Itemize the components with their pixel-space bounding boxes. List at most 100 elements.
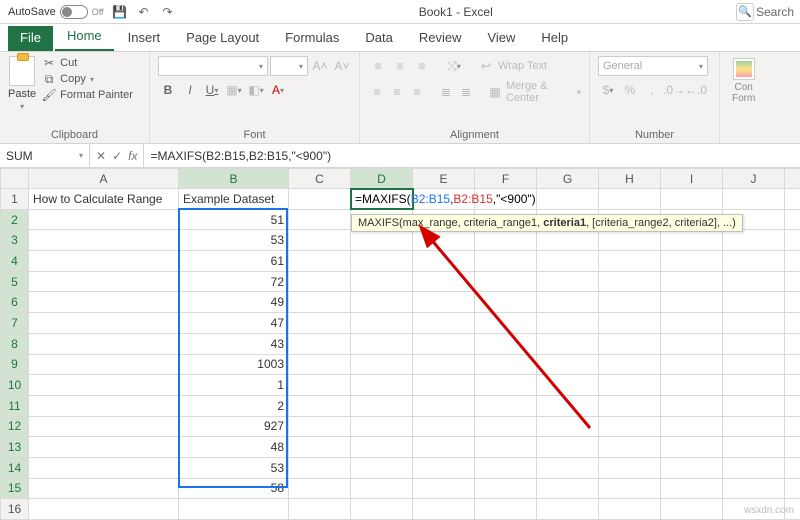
italic-button[interactable]: I <box>180 80 200 100</box>
cell[interactable] <box>475 271 537 292</box>
align-center-icon[interactable]: ≡ <box>388 82 406 102</box>
cell[interactable] <box>413 416 475 437</box>
cell[interactable] <box>351 333 413 354</box>
cell[interactable] <box>661 437 723 458</box>
cell[interactable] <box>723 437 785 458</box>
cell[interactable] <box>599 375 661 396</box>
col-header[interactable]: K <box>785 169 800 189</box>
col-header[interactable]: A <box>29 169 179 189</box>
cell[interactable] <box>785 333 800 354</box>
cell[interactable]: 72 <box>179 271 289 292</box>
col-header[interactable]: G <box>537 169 599 189</box>
cell[interactable] <box>413 499 475 520</box>
cell[interactable]: 43 <box>179 333 289 354</box>
cell[interactable] <box>29 416 179 437</box>
cell[interactable] <box>723 478 785 499</box>
enter-icon[interactable]: ✓ <box>112 149 122 163</box>
cell[interactable]: 53 <box>179 457 289 478</box>
cell[interactable] <box>723 292 785 313</box>
format-painter-button[interactable]: 🖌Format Painter <box>42 88 133 102</box>
borders-icon[interactable]: ▦▾ <box>224 80 244 100</box>
cell[interactable]: =MAXIFS(B2:B15,B2:B15,"<900")MAXIFS(max_… <box>351 189 413 210</box>
align-bottom-icon[interactable]: ≡ <box>412 56 432 76</box>
tab-view[interactable]: View <box>475 26 527 51</box>
row-header[interactable]: 14 <box>1 457 29 478</box>
align-top-icon[interactable]: ≡ <box>368 56 388 76</box>
cell[interactable] <box>29 478 179 499</box>
cell[interactable] <box>661 457 723 478</box>
percent-icon[interactable]: % <box>620 80 640 100</box>
cell[interactable] <box>785 354 800 375</box>
wrap-label[interactable]: Wrap Text <box>498 60 547 72</box>
cell[interactable] <box>723 271 785 292</box>
row-header[interactable]: 10 <box>1 375 29 396</box>
cell[interactable] <box>351 457 413 478</box>
cell[interactable] <box>29 437 179 458</box>
tab-data[interactable]: Data <box>353 26 404 51</box>
cell[interactable] <box>29 292 179 313</box>
cut-button[interactable]: ✂Cut <box>42 56 133 70</box>
cell[interactable]: 1 <box>179 375 289 396</box>
cell[interactable] <box>599 230 661 251</box>
cell[interactable] <box>661 292 723 313</box>
bold-button[interactable]: B <box>158 80 178 100</box>
cell[interactable] <box>289 292 351 313</box>
cell[interactable] <box>351 437 413 458</box>
row-header[interactable]: 15 <box>1 478 29 499</box>
cell[interactable] <box>785 209 800 230</box>
decrease-indent-icon[interactable]: ≣ <box>437 82 455 102</box>
decrease-font-icon[interactable]: A˅ <box>332 56 352 76</box>
cell[interactable] <box>29 333 179 354</box>
cell[interactable] <box>785 395 800 416</box>
cell[interactable] <box>785 478 800 499</box>
cell[interactable] <box>661 499 723 520</box>
cell[interactable] <box>475 292 537 313</box>
cell[interactable] <box>413 437 475 458</box>
cancel-icon[interactable]: ✕ <box>96 149 106 163</box>
cell[interactable] <box>413 271 475 292</box>
cell[interactable] <box>723 313 785 334</box>
cell[interactable] <box>475 333 537 354</box>
row-header[interactable]: 9 <box>1 354 29 375</box>
cell[interactable] <box>413 251 475 272</box>
cell[interactable] <box>29 395 179 416</box>
row-header[interactable]: 8 <box>1 333 29 354</box>
cell[interactable] <box>413 230 475 251</box>
col-header[interactable]: I <box>661 169 723 189</box>
row-header[interactable]: 4 <box>1 251 29 272</box>
cell[interactable]: 2 <box>179 395 289 416</box>
cell[interactable] <box>661 416 723 437</box>
cell[interactable] <box>599 478 661 499</box>
cell[interactable] <box>351 478 413 499</box>
cell[interactable] <box>661 313 723 334</box>
cell[interactable] <box>475 313 537 334</box>
col-header[interactable]: F <box>475 169 537 189</box>
cell[interactable]: 927 <box>179 416 289 437</box>
merge-label[interactable]: Merge & Center <box>506 80 575 104</box>
accounting-icon[interactable]: $▾ <box>598 80 618 100</box>
align-middle-icon[interactable]: ≡ <box>390 56 410 76</box>
align-right-icon[interactable]: ≡ <box>408 82 426 102</box>
cell[interactable] <box>785 271 800 292</box>
row-header[interactable]: 13 <box>1 437 29 458</box>
cell[interactable] <box>537 333 599 354</box>
cell[interactable] <box>29 375 179 396</box>
cell[interactable] <box>723 354 785 375</box>
cell[interactable] <box>289 209 351 230</box>
cell[interactable] <box>289 313 351 334</box>
cell[interactable] <box>289 499 351 520</box>
cell[interactable] <box>289 457 351 478</box>
cell[interactable] <box>29 354 179 375</box>
cell[interactable] <box>537 478 599 499</box>
cell[interactable] <box>599 313 661 334</box>
cell[interactable] <box>537 499 599 520</box>
redo-icon[interactable]: ↷ <box>160 4 176 20</box>
comma-icon[interactable]: , <box>642 80 662 100</box>
cell[interactable] <box>537 437 599 458</box>
cell[interactable] <box>351 230 413 251</box>
cell[interactable] <box>537 375 599 396</box>
cell[interactable] <box>785 457 800 478</box>
cell[interactable] <box>289 354 351 375</box>
cell[interactable] <box>723 395 785 416</box>
increase-font-icon[interactable]: A˄ <box>310 56 330 76</box>
